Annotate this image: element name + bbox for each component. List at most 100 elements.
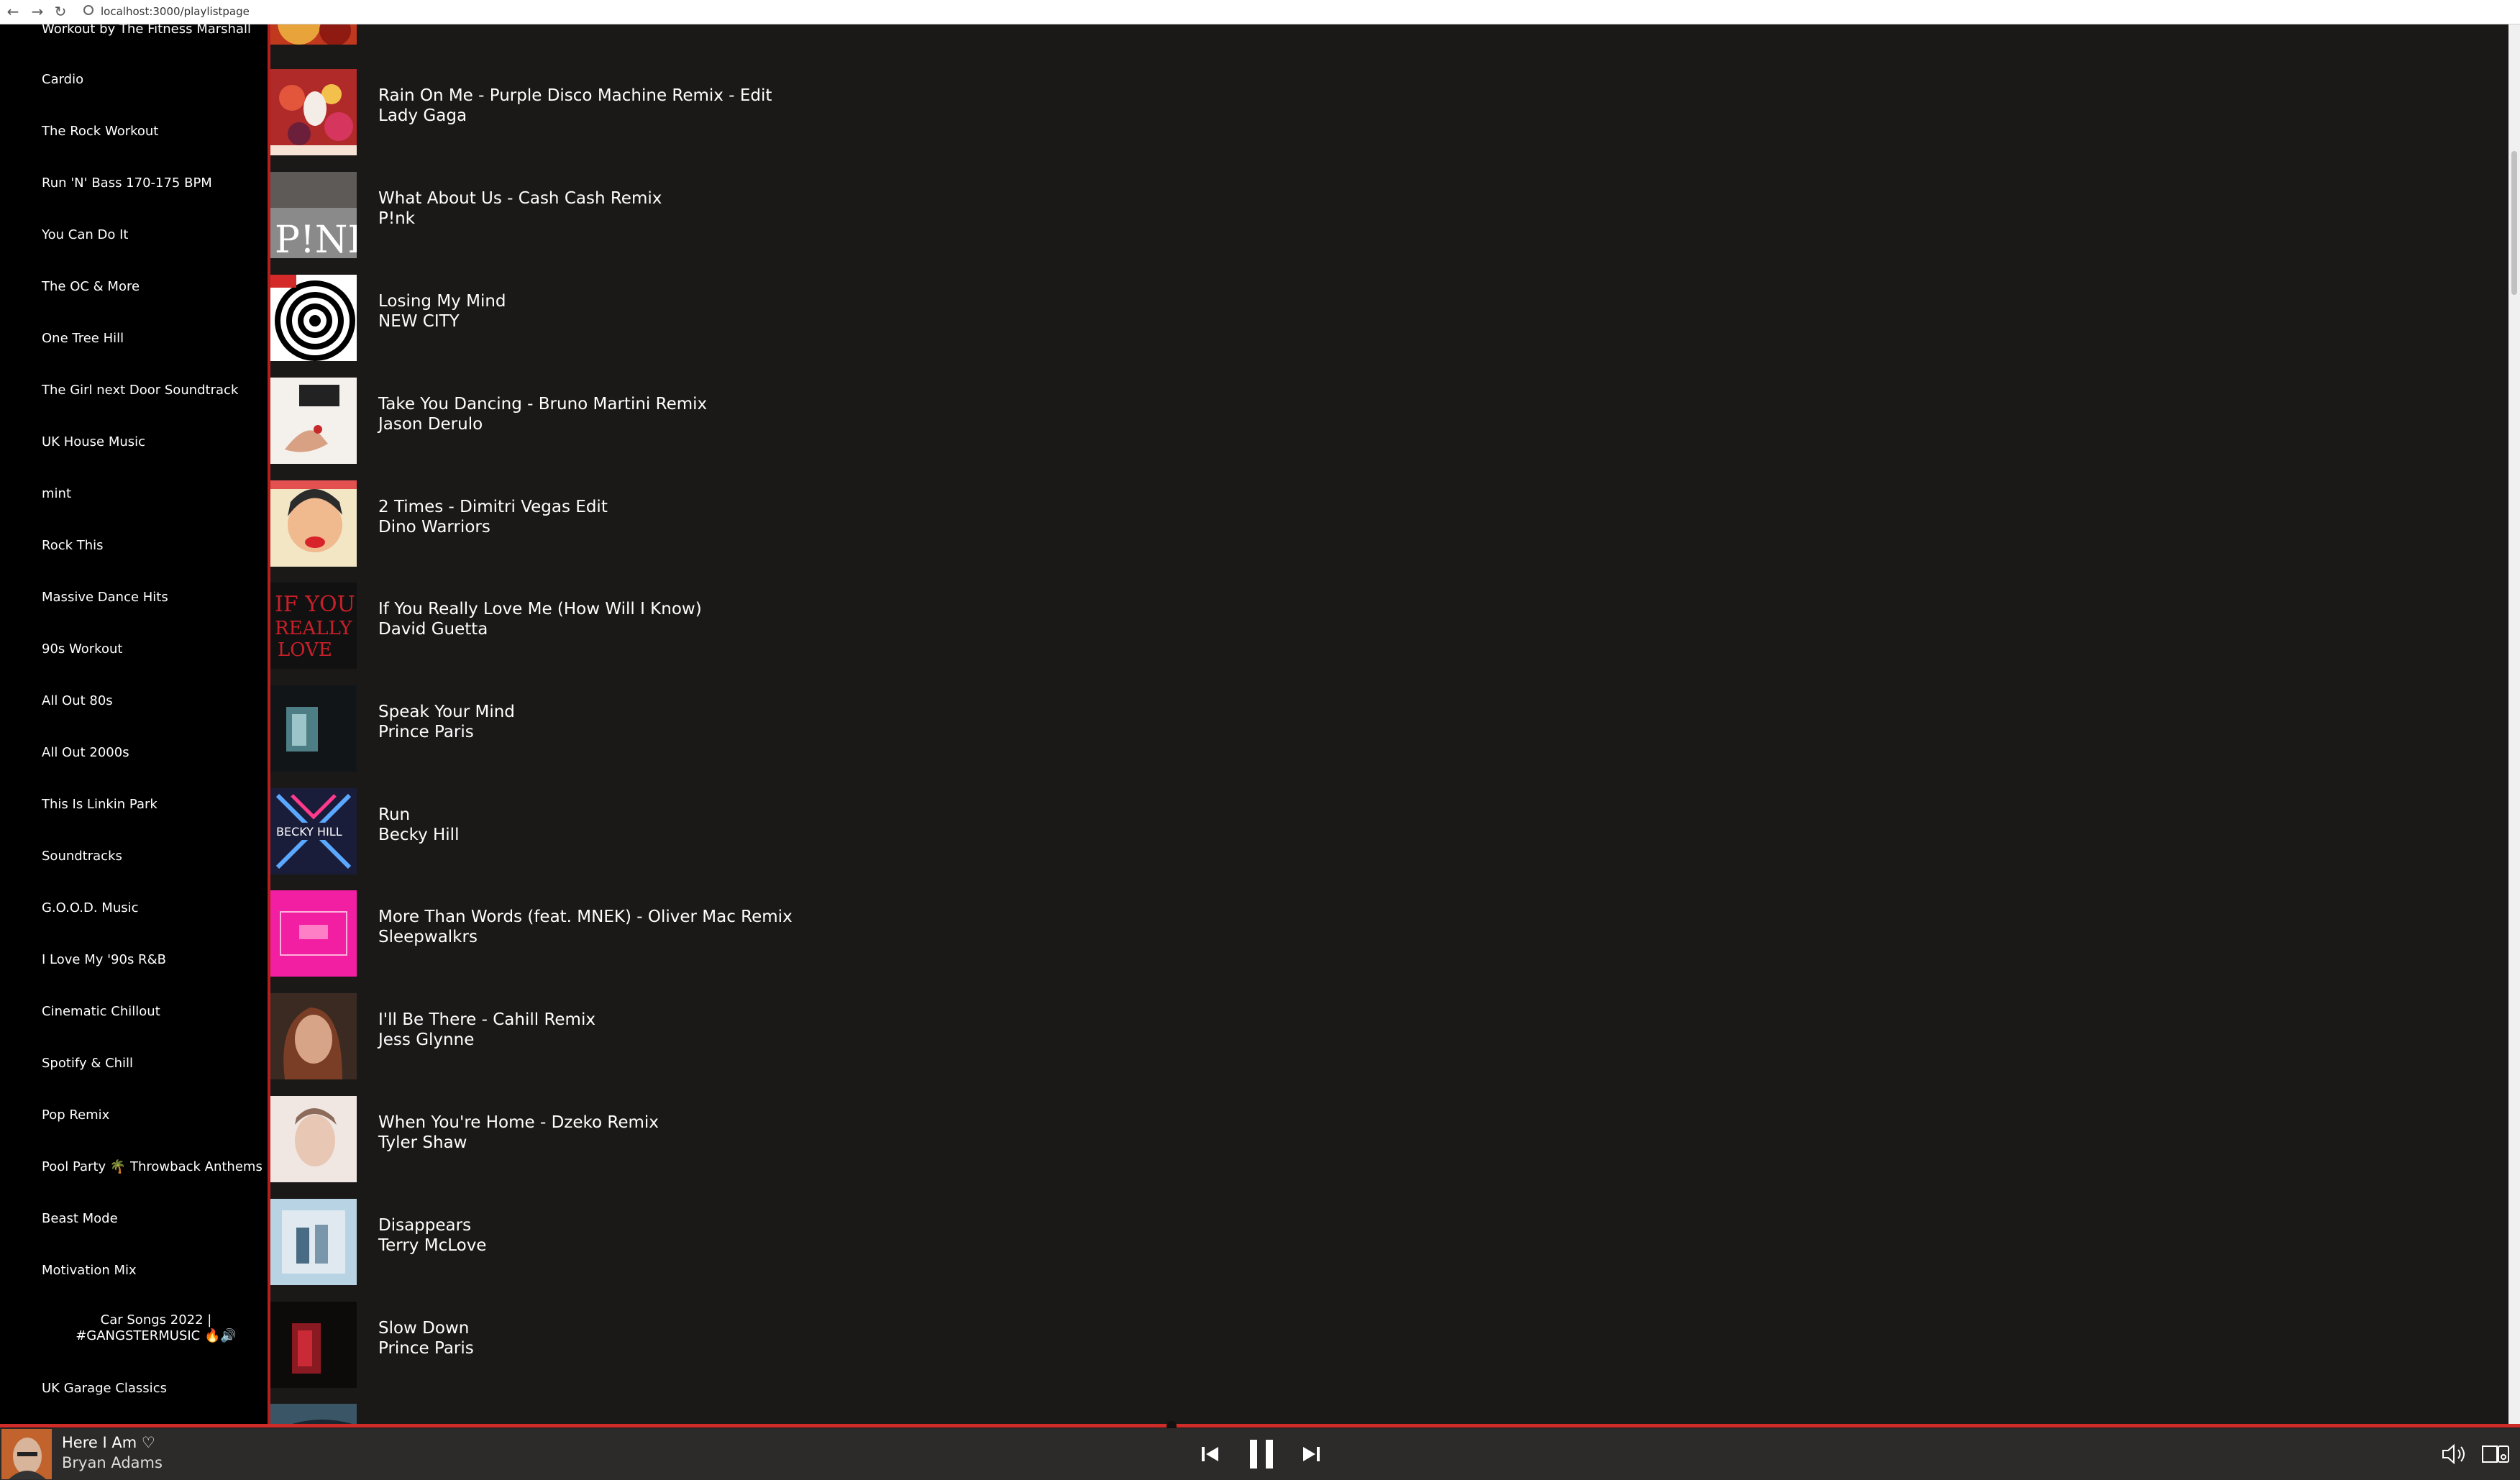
track-title: What About Us - Cash Cash Remix: [378, 189, 662, 208]
track-row[interactable]: 2 Times - Dimitri Vegas Edit Dino Warrio…: [270, 480, 1277, 570]
sidebar-item-workout-by-the-fitness-marshall[interactable]: Workout by The Fitness Marshall: [42, 24, 251, 37]
sidebar-item-beast-mode[interactable]: Beast Mode: [42, 1211, 118, 1226]
sidebar-item-this-is-linkin-park[interactable]: This Is Linkin Park: [42, 797, 158, 812]
track-row[interactable]: Speak Your Mind Prince Paris: [270, 685, 1277, 775]
address-bar[interactable]: localhost:3000/playlistpage: [101, 3, 250, 20]
track-row[interactable]: BECKY HILL Run Becky Hill: [270, 788, 1277, 877]
track-row[interactable]: Disappears Terry McLove: [270, 1199, 1277, 1288]
track-artist: Sleepwalkrs: [378, 928, 478, 946]
sidebar-item-you-can-do-it[interactable]: You Can Do It: [42, 227, 128, 242]
volume-button[interactable]: [2441, 1428, 2470, 1480]
track-artist: Lady Gaga: [378, 106, 467, 125]
track-row[interactable]: IF YOU REALLY LOVE If You Really Love Me…: [270, 583, 1277, 672]
track-title: Disappears: [378, 1216, 472, 1235]
skip-forward-icon: [1303, 1447, 1320, 1461]
sidebar-item-rock-this[interactable]: Rock This: [42, 538, 104, 553]
sidebar-item-pop-remix[interactable]: Pop Remix: [42, 1107, 109, 1123]
track-title: Slow Down: [378, 1319, 470, 1338]
heart-icon[interactable]: ♡: [142, 1434, 155, 1451]
sidebar-item-soundtracks[interactable]: Soundtracks: [42, 849, 122, 864]
devices-button[interactable]: [2480, 1428, 2511, 1480]
track-artist: Dino Warriors: [378, 518, 490, 536]
album-cover: [270, 890, 357, 977]
sidebar-item-motivation-mix[interactable]: Motivation Mix: [42, 1263, 137, 1278]
sidebar-item-all-out-2000s[interactable]: All Out 2000s: [42, 745, 129, 760]
sidebar-item-one-tree-hill[interactable]: One Tree Hill: [42, 331, 124, 346]
track-row[interactable]: I'll Be There - Cahill Remix Jess Glynne: [270, 993, 1277, 1082]
album-cover: [270, 1199, 357, 1285]
album-cover: [270, 69, 357, 155]
track-row[interactable]: Rain On Me - Purple Disco Machine Remix …: [270, 69, 1277, 158]
now-playing-title: Here I Am ♡: [62, 1434, 155, 1451]
pause-button[interactable]: [1244, 1428, 1279, 1480]
album-cover: BECKY HILL: [270, 788, 357, 874]
sidebar-item-massive-dance-hits[interactable]: Massive Dance Hits: [42, 590, 168, 605]
sidebar-item-run-n-bass[interactable]: Run 'N' Bass 170-175 BPM: [42, 175, 212, 191]
scrollbar-thumb[interactable]: [2511, 151, 2517, 295]
sidebar-item-the-girl-next-door[interactable]: The Girl next Door Soundtrack: [42, 383, 238, 398]
sidebar-item-good-music[interactable]: G.O.O.D. Music: [42, 900, 139, 915]
album-cover: [270, 685, 357, 772]
sidebar-item-spotify-and-chill[interactable]: Spotify & Chill: [42, 1056, 133, 1071]
track-artist: Prince Paris: [378, 1339, 474, 1358]
player-bar: Here I Am ♡ Bryan Adams: [0, 1428, 2520, 1480]
track-artist: NEW CITY: [378, 312, 460, 331]
previous-button[interactable]: [1197, 1428, 1223, 1480]
skip-back-icon: [1202, 1447, 1218, 1461]
album-cover: [270, 993, 357, 1079]
sidebar-item-i-love-my-90s-rnb[interactable]: I Love My '90s R&B: [42, 952, 166, 967]
track-artist: Becky Hill: [378, 826, 460, 844]
playback-progress-bar[interactable]: [0, 1424, 2520, 1428]
back-arrow-icon[interactable]: ←: [4, 3, 22, 20]
track-title: If You Really Love Me (How Will I Know): [378, 600, 702, 618]
sidebar-item-mint[interactable]: mint: [42, 486, 71, 501]
track-row[interactable]: [270, 1404, 1277, 1424]
sidebar-item-the-rock-workout[interactable]: The Rock Workout: [42, 124, 158, 139]
track-artist: Jason Derulo: [378, 415, 483, 434]
album-cover: [270, 24, 357, 45]
now-playing-artist: Bryan Adams: [62, 1454, 163, 1471]
sidebar-item-car-songs-2022[interactable]: Car Songs 2022 | #GANGSTERMUSIC 🔥🔊: [45, 1312, 268, 1344]
track-title: Take You Dancing - Bruno Martini Remix: [378, 395, 708, 414]
album-cover: [270, 480, 357, 567]
track-artist: Terry McLove: [378, 1236, 487, 1255]
svg-text:LOVE: LOVE: [278, 639, 332, 661]
album-cover: [270, 1096, 357, 1182]
track-row[interactable]: Losing My Mind NEW CITY: [270, 275, 1277, 364]
forward-arrow-icon[interactable]: →: [29, 3, 46, 20]
sidebar-item-pool-party[interactable]: Pool Party 🌴 Throwback Anthems: [42, 1159, 262, 1174]
reload-icon[interactable]: ↻: [52, 3, 69, 20]
sidebar-item-all-out-80s[interactable]: All Out 80s: [42, 693, 113, 708]
track-title: Run: [378, 805, 411, 824]
album-cover: P!NK: [270, 172, 357, 258]
sidebar-item-cinematic-chillout[interactable]: Cinematic Chillout: [42, 1004, 160, 1019]
track-artist: P!nk: [378, 209, 415, 228]
track-title: Losing My Mind: [378, 292, 506, 311]
sidebar-item-cardio[interactable]: Cardio: [42, 72, 83, 87]
track-artist: Tyler Shaw: [378, 1133, 467, 1152]
browser-toolbar: ← → ↻ localhost:3000/playlistpage: [0, 0, 2520, 24]
track-title: Speak Your Mind: [378, 703, 515, 721]
next-button[interactable]: [1299, 1428, 1325, 1480]
devices-icon: [2482, 1445, 2509, 1463]
track-row[interactable]: P!NK What About Us - Cash Cash Remix P!n…: [270, 172, 1277, 261]
site-info-icon[interactable]: [83, 5, 93, 15]
track-title: When You're Home - Dzeko Remix: [378, 1113, 659, 1132]
sidebar-item-90s-workout[interactable]: 90s Workout: [42, 641, 122, 657]
track-artist: Jess Glynne: [378, 1031, 475, 1049]
svg-text:IF YOU: IF YOU: [275, 592, 355, 617]
track-list: Rain On Me - Purple Disco Machine Remix …: [270, 24, 2508, 1424]
sidebar-item-uk-garage-classics[interactable]: UK Garage Classics: [42, 1381, 167, 1396]
track-row[interactable]: More Than Words (feat. MNEK) - Oliver Ma…: [270, 890, 1277, 979]
track-row[interactable]: Take You Dancing - Bruno Martini Remix J…: [270, 378, 1277, 467]
track-row[interactable]: Slow Down Prince Paris: [270, 1302, 1277, 1391]
track-row[interactable]: When You're Home - Dzeko Remix Tyler Sha…: [270, 1096, 1277, 1185]
track-artist: David Guetta: [378, 620, 488, 639]
album-cover: [270, 275, 357, 361]
sidebar-item-the-oc-and-more[interactable]: The OC & More: [42, 279, 140, 294]
now-playing-title-text: Here I Am: [62, 1434, 137, 1451]
album-cover: [270, 1404, 357, 1424]
sidebar-item-uk-house-music[interactable]: UK House Music: [42, 434, 145, 449]
track-row[interactable]: [270, 24, 1277, 47]
volume-icon: [2442, 1443, 2465, 1465]
